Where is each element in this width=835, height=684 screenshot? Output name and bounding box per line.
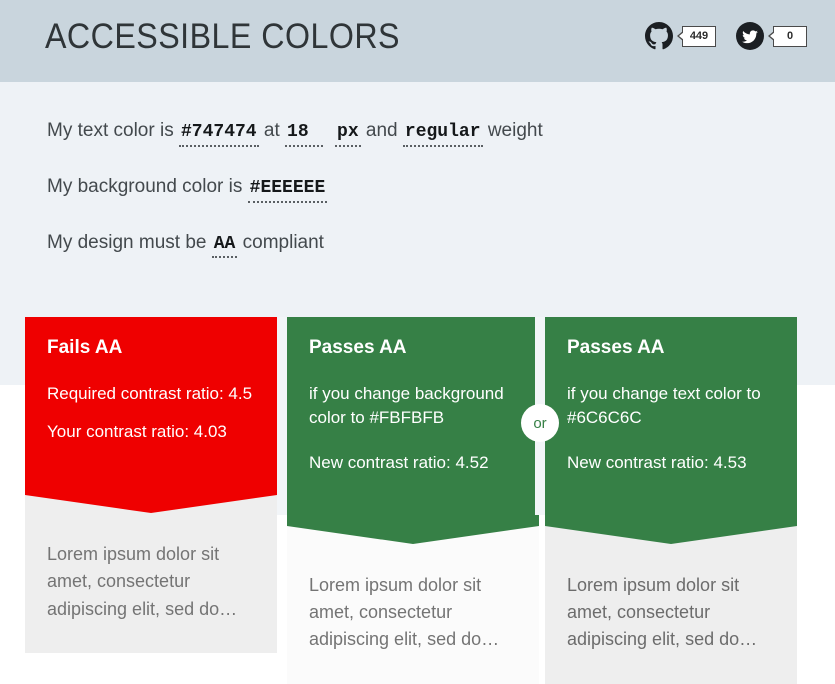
font-size-field[interactable]: 18 — [285, 122, 324, 147]
text-color-prefix-label: My text color is — [47, 120, 174, 141]
new-contrast-ratio: New contrast ratio: 4.52 — [309, 453, 489, 473]
social-badges: 449 0 — [645, 22, 807, 50]
compliance-sentence: My design must be AA compliant — [47, 230, 543, 259]
banner-chevron-shape — [25, 495, 277, 514]
banner-chevron-shape — [545, 525, 797, 544]
background-color-sentence: My background color is #EEEEEE — [47, 174, 543, 203]
twitter-badge[interactable]: 0 — [736, 22, 807, 50]
background-prefix-label: My background color is — [47, 175, 243, 197]
result-card-banner: Passes AA if you change background color… — [287, 317, 539, 544]
result-card: Fails AA Required contrast ratio: 4.5 Yo… — [25, 317, 277, 654]
suggestion-text: if you change text color to #6C6C6C — [567, 383, 761, 428]
your-contrast-ratio: Your contrast ratio: 4.03 — [47, 422, 227, 442]
and-label: and — [365, 120, 398, 141]
settings-form: My text color is #747474 at 18 px and reg… — [47, 118, 543, 259]
card-connector: or — [277, 317, 287, 515]
status-badge: Passes AA — [567, 337, 665, 358]
font-unit-field[interactable]: px — [335, 122, 361, 147]
compliance-suffix-label: compliant — [242, 231, 324, 253]
result-card: Passes AA if you change text color to #6… — [545, 317, 797, 684]
card-connector: or — [521, 317, 559, 515]
connector-rail — [277, 317, 287, 515]
page-title: ACCESSIBLE COLORS — [45, 17, 400, 56]
site-header: ACCESSIBLE COLORS 449 0 — [0, 0, 835, 82]
github-star-count[interactable]: 449 — [677, 25, 716, 47]
compliance-level-field[interactable]: AA — [211, 234, 238, 259]
background-color-field[interactable]: #EEEEEE — [247, 178, 328, 203]
preview-pane: Lorem ipsum dolor sit amet, consectetur … — [287, 525, 539, 684]
required-contrast-ratio: Required contrast ratio: 4.5 — [47, 383, 253, 403]
twitter-tweet-count[interactable]: 0 — [768, 25, 807, 47]
or-label: or — [521, 404, 559, 442]
github-icon — [645, 22, 673, 50]
text-color-sentence: My text color is #747474 at 18 px and reg… — [47, 118, 543, 147]
weight-suffix-label: weight — [487, 120, 543, 141]
status-badge: Fails AA — [47, 337, 123, 358]
new-contrast-ratio: New contrast ratio: 4.53 — [567, 453, 747, 473]
twitter-icon — [736, 22, 764, 50]
at-label: at — [263, 120, 280, 141]
suggestion-text: if you change background color to #FBFBF… — [309, 383, 504, 428]
result-card: Passes AA if you change background color… — [287, 317, 539, 684]
font-weight-field[interactable]: regular — [402, 122, 483, 147]
result-card-banner: Fails AA Required contrast ratio: 4.5 Yo… — [25, 317, 277, 514]
github-badge[interactable]: 449 — [645, 22, 716, 50]
banner-chevron-shape — [287, 525, 539, 544]
preview-pane: Lorem ipsum dolor sit amet, consectetur … — [25, 495, 277, 654]
status-badge: Passes AA — [309, 337, 407, 358]
compliance-prefix-label: My design must be — [47, 231, 207, 253]
result-card-banner: Passes AA if you change text color to #6… — [545, 317, 797, 544]
preview-pane: Lorem ipsum dolor sit amet, consectetur … — [545, 525, 797, 684]
text-color-field[interactable]: #747474 — [178, 122, 259, 147]
